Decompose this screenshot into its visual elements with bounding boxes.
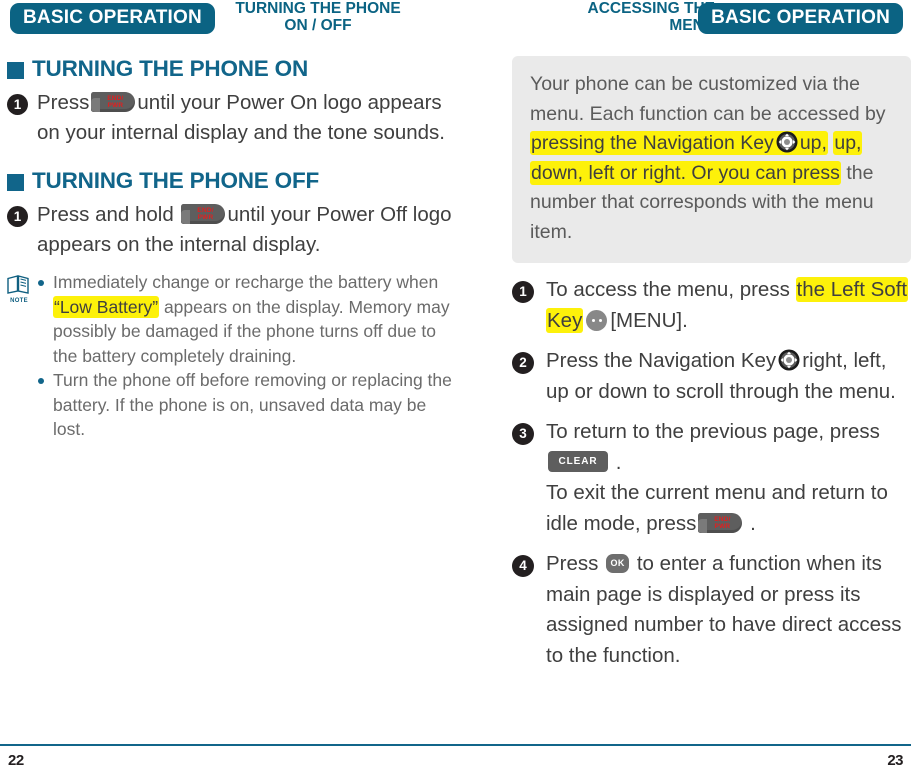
step-text-part-b: to enter a function when its main page i… [546, 552, 902, 667]
step-text-part-b: . [615, 450, 622, 474]
step-item: 2 Press the Navigation Key right, left, … [512, 346, 911, 407]
section-heading-label: TURNING THE PHONE ON [32, 56, 309, 81]
step-number-badge: 1 [512, 281, 534, 303]
clear-key-icon: CLEAR [548, 451, 608, 473]
chapter-title-right-line1: ACCESSING THE [587, 0, 715, 17]
step-number-badge: 3 [512, 423, 534, 445]
note-icon: NOTE [2, 270, 36, 442]
step-text-part-a: Press and hold [37, 203, 174, 226]
end-pwr-key-icon: END/PWR [91, 92, 136, 113]
square-bullet-icon [7, 173, 24, 191]
note-list: Immediately change or recharge the batte… [36, 270, 455, 442]
chapter-title-left-line2: ON / OFF [284, 17, 352, 34]
note-highlight-low-battery: “Low Battery” [53, 295, 160, 318]
right-page: ACCESSING THE MENU BASIC OPERATION Your … [455, 0, 911, 783]
info-panel-highlight-a: pressing the Navigation Key up, [530, 131, 828, 155]
section-heading-label: TURNING THE PHONE OFF [32, 168, 320, 193]
step-text: To return to the previous page, press CL… [546, 417, 911, 539]
footer-rule-right [455, 744, 911, 746]
info-panel: Your phone can be customized via the men… [512, 56, 911, 263]
running-head-pill-left: BASIC OPERATION [10, 3, 215, 34]
left-page-content: TURNING THE PHONE ON 1 Press END/PWR until… [0, 56, 455, 442]
step-text-part-a: Press [37, 91, 90, 114]
section-heading-turning-phone-on: TURNING THE PHONE ON [7, 56, 455, 82]
step-item: 4 Press OK to enter a function when its … [512, 549, 911, 671]
step-item: 1 Press END/PWR until your Power On logo a… [7, 88, 455, 148]
chapter-title-right-line2: MENU [669, 17, 715, 34]
chapter-title-left-line1: TURNING THE PHONE [235, 0, 401, 17]
step-text-part-b: [MENU]. [610, 308, 688, 332]
note-block: NOTE Immediately change or recharge the … [2, 270, 455, 442]
step-text: Press END/PWR until your Power On logo app… [37, 88, 455, 148]
navigation-key-icon [776, 131, 798, 153]
left-page-header: BASIC OPERATION TURNING THE PHONE ON / O… [0, 0, 455, 50]
open-book-icon [7, 275, 29, 294]
ok-key-icon: OK [606, 553, 630, 573]
step-text-part-a: Press [546, 552, 599, 575]
step-text: Press the Navigation Key right, left, up… [546, 346, 911, 407]
running-head-pill-right: BASIC OPERATION [698, 3, 903, 34]
step-item: 3 To return to the previous page, press … [512, 417, 911, 539]
right-page-header: ACCESSING THE MENU BASIC OPERATION [455, 0, 911, 50]
chapter-title-right: ACCESSING THE MENU [515, 0, 715, 34]
page-number-right: 23 [887, 752, 903, 769]
step-text: Press and hold END/PWR until your Power O… [37, 200, 455, 260]
step-text-part-a: To return to the previous page, press [546, 420, 880, 443]
note-text-part-a: Immediately change or recharge the batte… [53, 272, 439, 292]
right-page-content: Your phone can be customized via the men… [512, 56, 911, 671]
info-panel-highlight-a-tail: up, [799, 132, 827, 154]
step-text: To access the menu, press the Left Soft … [546, 275, 911, 336]
step-text-part-a: Press the Navigation Key [546, 349, 777, 372]
note-text: Turn the phone off before removing or re… [53, 370, 452, 439]
step-item: 1 Press and hold END/PWR until your Power… [7, 200, 455, 260]
info-panel-text-a: Your phone can be customized via the men… [530, 73, 886, 125]
navigation-key-icon [778, 349, 800, 371]
square-bullet-icon [7, 61, 24, 79]
chapter-title-left: TURNING THE PHONE ON / OFF [228, 0, 408, 34]
end-pwr-key-icon: END/PWR [698, 512, 743, 533]
step-text-part-a: To access the menu, press [546, 278, 790, 301]
end-pwr-key-icon: END/PWR [181, 204, 226, 225]
step-item: 1 To access the menu, press the Left Sof… [512, 275, 911, 336]
step-number-badge: 2 [512, 352, 534, 374]
manual-spread: BASIC OPERATION TURNING THE PHONE ON / O… [0, 0, 911, 783]
footer-rule-left [0, 744, 455, 746]
step-text: Press OK to enter a function when its ma… [546, 549, 911, 671]
left-soft-key-icon [586, 309, 608, 331]
step-number-badge: 1 [7, 94, 28, 115]
step-number-badge: 1 [7, 206, 28, 227]
step-number-badge: 4 [512, 555, 534, 577]
left-page: BASIC OPERATION TURNING THE PHONE ON / O… [0, 0, 455, 783]
note-list-item: Immediately change or recharge the batte… [36, 270, 455, 368]
note-icon-label: NOTE [10, 298, 28, 304]
page-number-left: 22 [8, 752, 24, 769]
section-heading-turning-phone-off: TURNING THE PHONE OFF [7, 168, 455, 194]
step-text-part-d: . [750, 511, 756, 535]
note-list-item: Turn the phone off before removing or re… [36, 368, 455, 442]
